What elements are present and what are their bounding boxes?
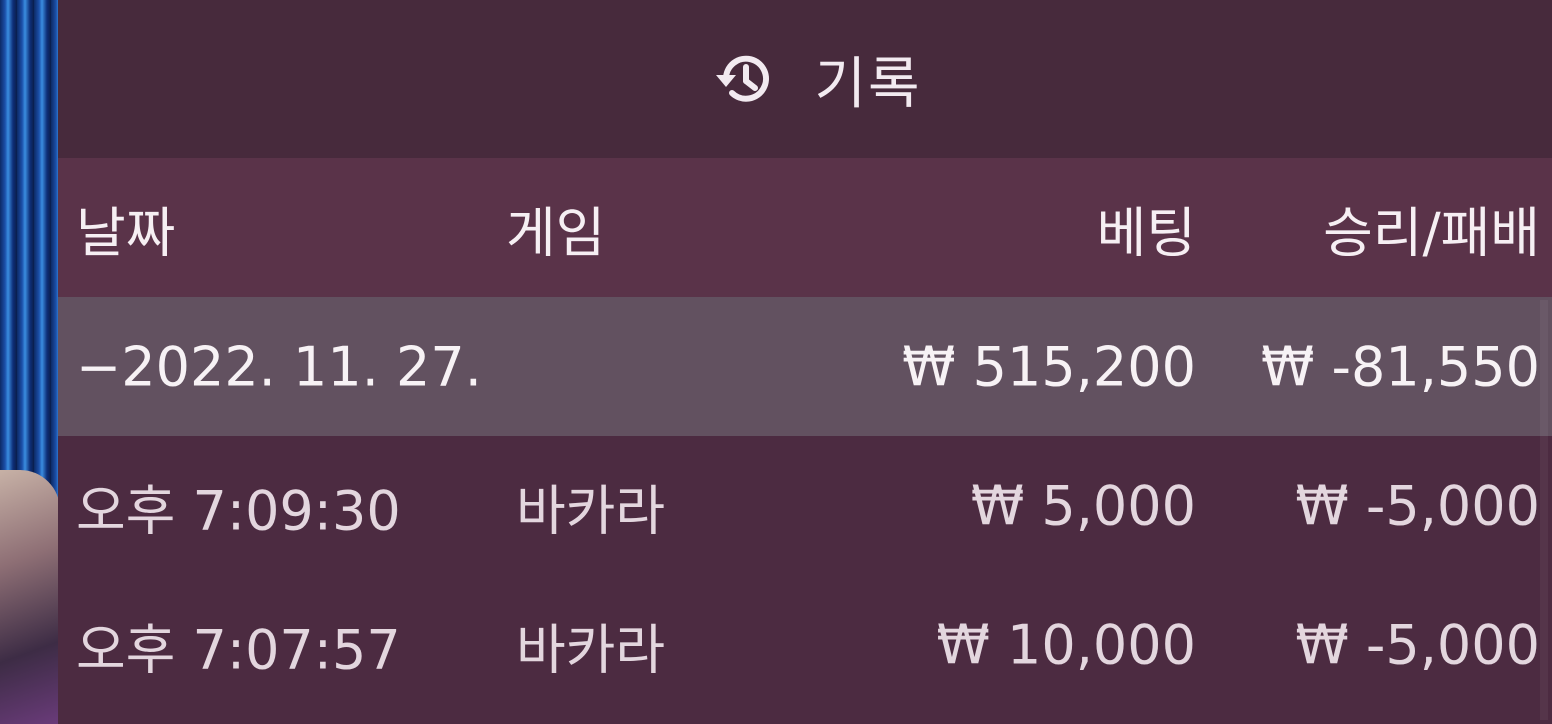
table-row[interactable]: 오후 7:07:57 바카라 ₩ 10,000 ₩ -5,000	[58, 575, 1552, 714]
panel-header: 기록	[58, 0, 1552, 158]
game-background	[0, 0, 60, 724]
summary-win-loss: ₩ -81,550	[1261, 335, 1540, 398]
entry-game: 바카라	[516, 618, 666, 681]
entry-time: 오후 7:09:30	[76, 479, 401, 542]
entry-win-loss: ₩ -5,000	[1295, 474, 1540, 537]
entry-game: 바카라	[516, 479, 666, 542]
history-icon	[712, 47, 776, 111]
table-row[interactable]: 오후 7:09:30 바카라 ₩ 5,000 ₩ -5,000	[58, 436, 1552, 575]
column-header-date[interactable]: 날짜	[76, 188, 175, 267]
entry-bet: ₩ 5,000	[970, 474, 1196, 537]
history-panel: 기록 날짜 게임 베팅 승리/패배 −2022. 11. 27. ₩ 515,2…	[58, 0, 1552, 724]
column-header-game[interactable]: 게임	[506, 188, 605, 267]
summary-bet: ₩ 515,200	[902, 335, 1196, 398]
entry-win-loss: ₩ -5,000	[1295, 613, 1540, 676]
entry-bet: ₩ 10,000	[936, 613, 1196, 676]
scrollbar[interactable]	[1540, 300, 1548, 720]
game-screen: 기록 날짜 게임 베팅 승리/패배 −2022. 11. 27. ₩ 515,2…	[0, 0, 1552, 724]
summary-date: −2022. 11. 27.	[76, 335, 482, 398]
panel-title: 기록	[814, 51, 922, 117]
column-header-bet[interactable]: 베팅	[1097, 188, 1196, 267]
date-summary-row[interactable]: −2022. 11. 27. ₩ 515,200 ₩ -81,550	[58, 297, 1552, 436]
column-header-win-loss[interactable]: 승리/패배	[1323, 188, 1540, 267]
entry-time: 오후 7:07:57	[76, 618, 401, 681]
column-header-row: 날짜 게임 베팅 승리/패배	[58, 158, 1552, 297]
